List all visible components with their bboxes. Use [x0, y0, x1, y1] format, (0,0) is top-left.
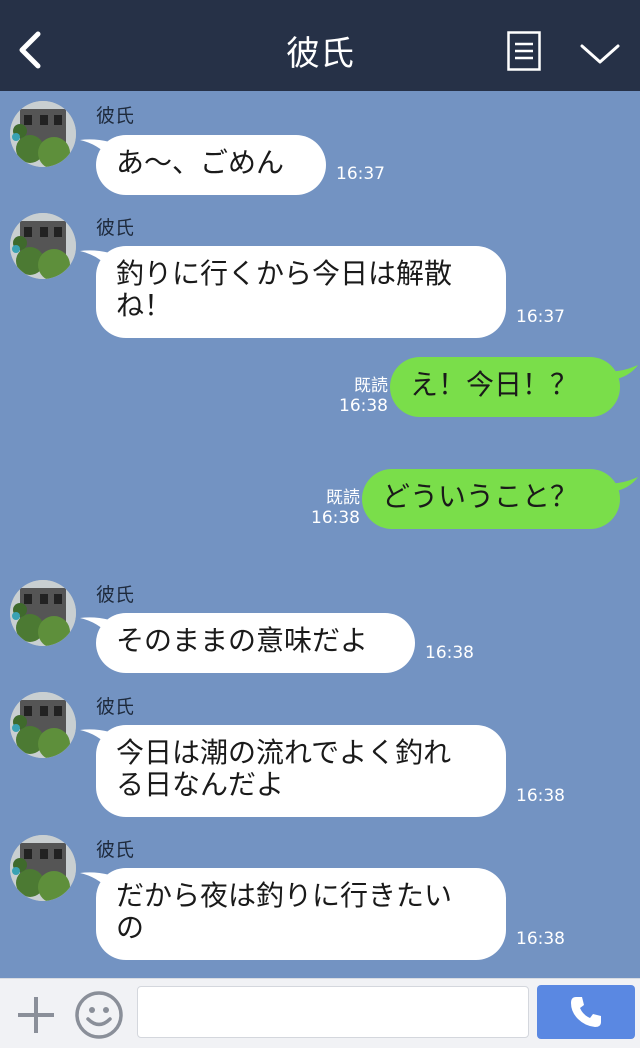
message-bubble[interactable]: そのままの意味だよ	[96, 613, 415, 673]
message-bubble[interactable]: 釣りに行くから今日は解散 ね！	[96, 246, 506, 338]
back-chevron-icon[interactable]	[14, 28, 50, 72]
phone-icon	[571, 997, 601, 1027]
message-bubble[interactable]: 今日は潮の流れでよく釣れ る日なんだよ	[96, 725, 506, 817]
read-receipt: 既読 16:38	[339, 376, 388, 416]
message-time: 16:37	[516, 307, 565, 327]
message-bubble[interactable]: だから夜は釣りに行きたい の	[96, 868, 506, 960]
chat-area[interactable]: 彼氏 あ〜、ごめん 16:37 彼氏 釣りに行くから今日は解散 ね！ 16:37…	[0, 91, 640, 978]
message-time: 16:38	[425, 643, 474, 663]
read-label: 既読	[354, 376, 388, 396]
plus-icon[interactable]	[14, 993, 58, 1037]
sender-name: 彼氏	[96, 839, 135, 861]
avatar[interactable]	[10, 835, 76, 901]
sender-name: 彼氏	[96, 217, 135, 239]
avatar[interactable]	[10, 580, 76, 646]
message-bubble[interactable]: え！今日！？	[390, 357, 620, 417]
message-time: 16:38	[311, 508, 360, 528]
chat-title[interactable]: 彼氏	[286, 34, 354, 74]
message-time: 16:37	[336, 164, 385, 184]
message-time: 16:38	[339, 396, 388, 416]
sender-name: 彼氏	[96, 584, 135, 606]
read-receipt: 既読 16:38	[311, 488, 360, 528]
bubble-tail	[606, 365, 638, 381]
message-bubble[interactable]: どういうこと？	[362, 469, 620, 529]
read-label: 既読	[326, 488, 360, 508]
sender-name: 彼氏	[96, 105, 135, 127]
message-input[interactable]	[137, 986, 529, 1038]
menu-icon[interactable]	[507, 31, 541, 71]
avatar[interactable]	[10, 101, 76, 167]
chat-header: 彼氏	[0, 0, 640, 91]
message-time: 16:38	[516, 786, 565, 806]
message-time: 16:38	[516, 929, 565, 949]
chevron-down-icon[interactable]	[578, 40, 622, 68]
message-input-bar	[0, 978, 640, 1048]
avatar[interactable]	[10, 692, 76, 758]
smiley-icon[interactable]	[74, 990, 124, 1040]
sender-name: 彼氏	[96, 696, 135, 718]
message-bubble[interactable]: あ〜、ごめん	[96, 135, 326, 195]
avatar[interactable]	[10, 213, 76, 279]
call-button[interactable]	[537, 985, 635, 1039]
bubble-tail	[606, 477, 638, 493]
